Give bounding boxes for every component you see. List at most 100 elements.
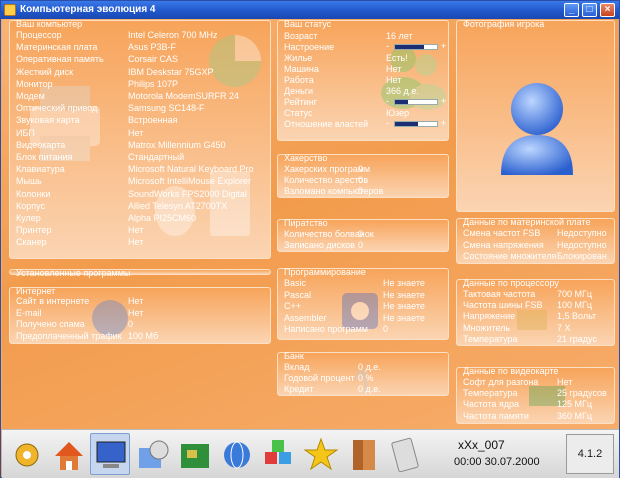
computer-icon — [96, 441, 126, 468]
info-row: Смена напряжения Недоступно — [457, 240, 614, 251]
row-value: 0 д.е. — [358, 362, 381, 372]
close-button[interactable]: × — [600, 3, 615, 17]
info-row: Модем Motorola ModemSURFR 24 — [10, 91, 270, 102]
title-bar[interactable]: Компьютерная эволюция 4 _ □ × — [1, 1, 619, 19]
info-row: Предоплаченный трафик 100 Мб — [10, 331, 270, 342]
motherboard-icon — [181, 444, 209, 468]
maximize-button[interactable]: □ — [582, 3, 597, 17]
status-panel: Ваш статус Возраст 16 лет Настроение - + … — [277, 19, 449, 141]
age-value: 16 лет — [386, 31, 413, 41]
taskbar-internet-button[interactable] — [216, 433, 256, 475]
gpu-caption: Данные по видеокарте — [463, 366, 559, 376]
job-value: Нет — [386, 75, 402, 85]
row-label: Процессор — [16, 30, 62, 40]
info-row: Монитор Philips 107P — [10, 79, 270, 90]
row-value: Asus P3B-F — [128, 42, 177, 53]
row-label: Записано дисков — [284, 240, 355, 250]
info-row: Блок питания Стандартный — [10, 152, 270, 163]
info-row: Количество арестов 0 — [278, 175, 448, 186]
player-nickname: xXx_007 — [458, 438, 505, 452]
taskbar-motherboard-button[interactable] — [174, 433, 214, 475]
hacking-caption: Хакерство — [284, 153, 328, 163]
row-label: E-mail — [16, 307, 42, 318]
info-row: Хакерских программ 0 — [278, 164, 448, 175]
taskbar-settings-button[interactable] — [6, 433, 46, 475]
row-value: Matrox Millennium G450 — [128, 139, 226, 150]
row-value: Блокирован — [557, 251, 607, 261]
row-label: Принтер — [16, 225, 52, 236]
components-icon — [265, 440, 291, 464]
internet-panel: Интернет Сайт в интернете Нет E-mail Нет Пол… — [9, 286, 271, 344]
row-value: Стандартный — [128, 152, 185, 162]
row-value: 0 — [383, 324, 389, 334]
info-row: Оперативная память Corsair CAS — [10, 54, 270, 65]
mood-bar — [394, 44, 438, 50]
row-label: Жесткий диск — [16, 66, 74, 77]
window-title: Компьютерная эволюция 4 — [20, 4, 156, 15]
motherboard-panel: Данные по материнской плате Смена частот… — [456, 217, 615, 264]
authorities-bar-fill — [395, 122, 419, 126]
row-value: 125 МГц — [557, 399, 593, 410]
row-value: Нет — [128, 296, 144, 306]
info-row: Температура 25 градусов — [457, 388, 614, 399]
taskbar-calculator-button[interactable] — [384, 433, 424, 475]
row-label: Материнская плата — [16, 42, 98, 53]
cpu-panel: Данные по процессору Тактовая частота 700… — [456, 278, 615, 346]
row-value: 0 — [358, 175, 364, 185]
car-value: Нет — [386, 64, 402, 74]
row-value: Нет — [128, 237, 144, 248]
row-label: Assembler — [284, 312, 327, 323]
player-avatar-icon[interactable] — [495, 79, 579, 179]
row-value: Philips 107P — [128, 78, 179, 89]
version-label: 4.1.2 — [566, 434, 614, 474]
info-row: Материнская плата Asus P3B-F — [10, 42, 270, 53]
internet-caption: Интернет — [16, 286, 56, 296]
row-value: 0 — [128, 319, 134, 329]
info-row: Софт для разгона Нет — [457, 377, 614, 388]
row-label: Вклад — [284, 362, 310, 372]
row-value: Microsoft IntelliMouse Explorer — [128, 176, 252, 187]
rating-bar — [394, 99, 438, 105]
door-icon — [353, 440, 375, 470]
row-label: Частота памяти — [463, 410, 529, 421]
row-value: Нет — [128, 307, 144, 318]
row-value: 0 — [358, 186, 364, 196]
taskbar-home-button[interactable] — [48, 433, 88, 475]
row-value: Motorola ModemSURFR 24 — [128, 91, 240, 101]
row-label: Оперативная память — [16, 54, 104, 65]
info-row: Принтер Нет — [10, 225, 270, 236]
info-row: Количество болванок 0 — [278, 229, 448, 240]
money-value: 366 д.е. — [386, 86, 419, 96]
info-row: Множитель 7 X — [457, 323, 614, 334]
calculator-icon — [391, 437, 419, 473]
mood-bar-fill — [395, 45, 425, 49]
row-value: Corsair CAS — [128, 54, 179, 65]
mood-plus: + — [441, 41, 447, 51]
taskbar-favorites-button[interactable] — [300, 433, 340, 475]
info-row: Жесткий диск IBM Deskstar 75GXP — [10, 67, 270, 78]
game-datetime: 00:00 30.07.2000 — [454, 456, 540, 468]
info-row: Колонки SoundWorks FPS2000 Digital — [10, 189, 270, 200]
row-label: Клавиатура — [16, 164, 65, 175]
gpu-panel: Данные по видеокарте Софт для разгона Нет… — [456, 366, 615, 424]
motherboard-caption: Данные по материнской плате — [463, 217, 591, 227]
info-row: Видеокарта Matrox Millennium G450 — [10, 140, 270, 151]
info-row: Оптический привод Samsung SC148-F — [10, 103, 270, 114]
settings-icon — [15, 443, 39, 467]
minimize-button[interactable]: _ — [564, 3, 579, 17]
authorities-bar — [394, 121, 438, 127]
row-label: C++ — [284, 301, 302, 311]
status-caption: Ваш статус — [284, 19, 332, 29]
taskbar-components-button[interactable] — [258, 433, 298, 475]
row-value: Нет — [128, 127, 144, 138]
info-row: Записано дисков 0 — [278, 240, 448, 251]
taskbar: xXx_007 00:00 30.07.2000 4.1.2 — [2, 429, 619, 478]
cpu-caption: Данные по процессору — [463, 278, 559, 288]
taskbar-computer-button[interactable] — [90, 433, 130, 475]
row-label: Мышь — [16, 176, 42, 187]
info-row: Частота ядра 125 МГц — [457, 399, 614, 410]
taskbar-door-button[interactable] — [342, 433, 382, 475]
taskbar-software-button[interactable] — [132, 433, 172, 475]
row-value: Не знаете — [383, 301, 425, 311]
mood-minus: - — [386, 41, 389, 51]
